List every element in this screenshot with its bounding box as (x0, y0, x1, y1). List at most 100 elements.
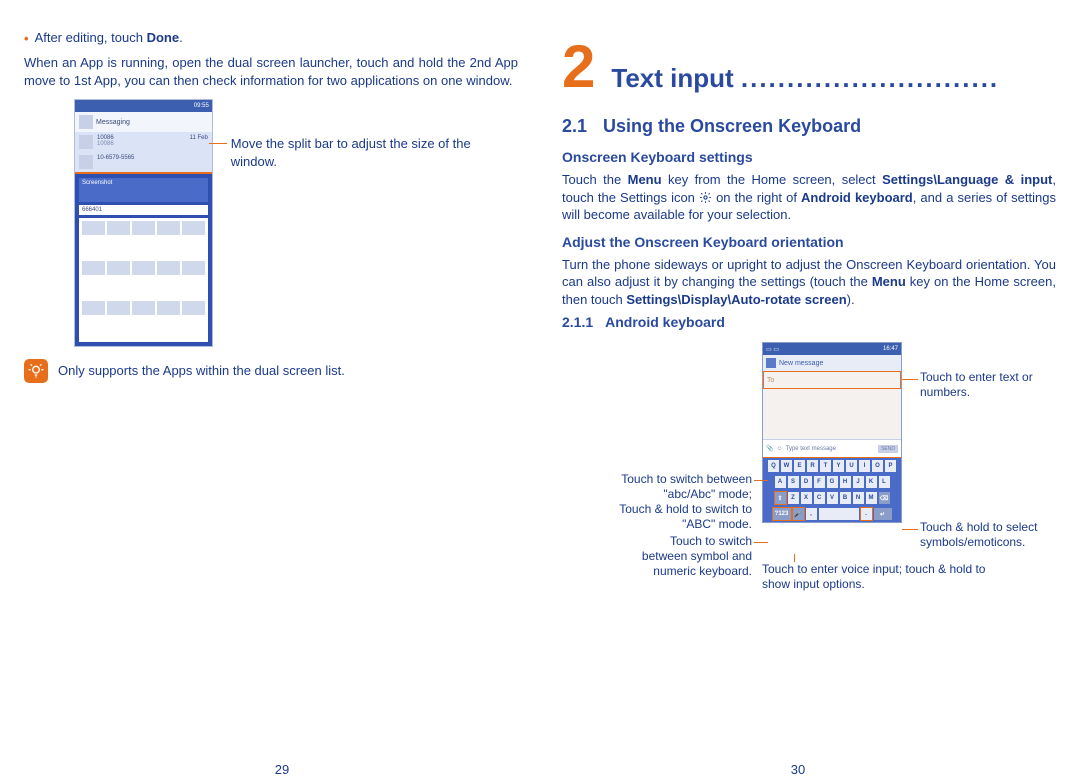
note-row: Only supports the Apps within the dual s… (24, 359, 518, 383)
page-30: 2 Text input ...........................… (540, 30, 1056, 767)
kb-key: B (840, 492, 851, 504)
keyboard-figure: ▭ ▭ 16:47 New message To 📎 ☺ Type text me… (562, 342, 1056, 590)
message-row: 10-6579-5565 (75, 152, 212, 172)
subsection-title: Android keyboard (605, 314, 725, 330)
kb-key: J (853, 476, 864, 488)
callout-line (209, 143, 227, 144)
gear-icon (699, 191, 712, 204)
kb-key: S (788, 476, 799, 488)
thumb (82, 221, 105, 235)
emoji-icon: ☺ (776, 446, 782, 452)
header-text: New message (779, 360, 823, 367)
kb-key: A (775, 476, 786, 488)
bold-androidkb: Android keyboard (801, 190, 913, 205)
kb-key: L (879, 476, 890, 488)
callout-symbols-emoticons: Touch & hold to select symbols/emoticons… (920, 520, 1060, 550)
kb-key (819, 508, 859, 520)
bullet-text: After editing, touch Done. (35, 30, 183, 48)
kb-row4: ?123🎤,.↵ (763, 506, 901, 522)
kb-key: E (794, 460, 805, 472)
t: on the right of (712, 190, 801, 205)
kb-key: H (840, 476, 851, 488)
kb-key: 🎤 (793, 508, 804, 520)
to-field: To (763, 371, 901, 389)
kb-key: D (801, 476, 812, 488)
kb-key: F (814, 476, 825, 488)
kb-key: V (827, 492, 838, 504)
kb-key: Y (833, 460, 844, 472)
message-row: 10086 10086 11 Feb (75, 132, 212, 152)
kb-key: W (781, 460, 792, 472)
section-number: 2.1 (562, 116, 587, 137)
to-label: To (767, 377, 774, 384)
status-time: 16:47 (883, 346, 898, 352)
kb-key: N (853, 492, 864, 504)
callout-to-field: Touch to enter text or numbers. (920, 370, 1050, 400)
status-time: 09:55 (194, 103, 209, 109)
gallery-app: Screenshot 666401 (75, 174, 212, 346)
callout-text: Touch to switch between "abc/Abc" mode; (612, 472, 752, 502)
thumb (107, 221, 130, 235)
thumb (157, 221, 180, 235)
thumb (157, 261, 180, 275)
kb-key: I (859, 460, 870, 472)
callout-line (754, 542, 768, 543)
kb-key: U (846, 460, 857, 472)
contact-name: 10-6579-5565 (97, 155, 134, 169)
callout-text: Touch & hold to switch to "ABC" mode. (612, 502, 752, 532)
thumb-grid (79, 218, 208, 342)
subsection-2-1-1: 2.1.1 Android keyboard (562, 314, 1056, 330)
lightbulb-icon (24, 359, 48, 383)
note-text: Only supports the Apps within the dual s… (58, 362, 345, 380)
kb-key: ?123 (773, 508, 791, 520)
kb-row2: ASDFGHJKL (763, 474, 901, 490)
bold-path: Settings\Display\Auto-rotate screen (626, 292, 846, 307)
thumb (82, 261, 105, 275)
callout-symbol-numeric: Touch to switch between symbol and numer… (622, 534, 752, 579)
page-number: 30 (791, 762, 805, 777)
thumb (132, 301, 155, 315)
text: After editing, touch (35, 30, 147, 45)
status-icons: ▭ ▭ (766, 346, 779, 353)
kb-row1: QWERTYUIOP (763, 458, 901, 474)
thumb (107, 301, 130, 315)
kb-key-enter: ↵ (874, 508, 892, 520)
subheading-orientation: Adjust the Onscreen Keyboard orientation (562, 234, 1056, 250)
card-label: Screenshot (82, 180, 112, 186)
callout-line (754, 480, 768, 481)
t: key from the Home screen, select (662, 172, 883, 187)
kb-key: Z (788, 492, 799, 504)
subheading-settings: Onscreen Keyboard settings (562, 149, 1056, 165)
kb-key: P (885, 460, 896, 472)
kb-key: X (801, 492, 812, 504)
input-row: 📎 ☺ Type text message SEND (763, 439, 901, 457)
kb-row3: ⇧ZXCVBNM⌫ (763, 490, 901, 506)
para-orientation: Turn the phone sideways or upright to ad… (562, 256, 1056, 309)
status-bar: ▭ ▭ 16:47 (763, 343, 901, 355)
callout-voice-input: Touch to enter voice input; touch & hold… (762, 562, 992, 592)
callout-line (902, 379, 918, 380)
page-number: 29 (275, 762, 289, 777)
kb-key: R (807, 460, 818, 472)
android-keyboard: QWERTYUIOP ASDFGHJKL ⇧ZXCVBNM⌫ ?123🎤,.↵ (763, 457, 901, 522)
leader-dots: ............................ (741, 63, 999, 93)
chapter-title: Text input ............................ (611, 63, 1056, 94)
bullet-dot-icon: • (24, 30, 29, 48)
screenshot-card: Screenshot (79, 178, 208, 202)
callout-shift-mode: Touch to switch between "abc/Abc" mode; … (612, 472, 752, 532)
folder-count: 666401 (79, 205, 208, 215)
new-message-header: New message (763, 355, 901, 371)
bold-menu: Menu (628, 172, 662, 187)
kb-key: ⇧ (775, 492, 786, 504)
bold-path: Settings\Language & input (882, 172, 1052, 187)
chapter-heading: 2 Text input ...........................… (562, 40, 1056, 94)
bold-menu: Menu (872, 274, 906, 289)
kb-key: O (872, 460, 883, 472)
phone-mock-keyboard: ▭ ▭ 16:47 New message To 📎 ☺ Type text me… (762, 342, 902, 523)
send-button: SEND (878, 445, 898, 453)
bullet-done: • After editing, touch Done. (24, 30, 518, 48)
kb-key: Q (768, 460, 779, 472)
subsection-number: 2.1.1 (562, 314, 593, 330)
callout-line (902, 529, 918, 530)
msg-date: 11 Feb (190, 135, 208, 149)
